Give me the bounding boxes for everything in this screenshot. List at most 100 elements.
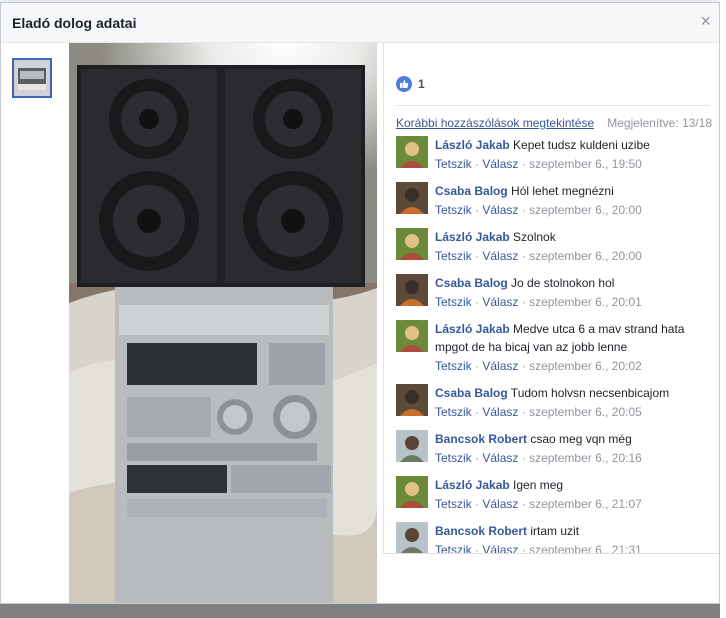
- avatar[interactable]: [396, 476, 428, 508]
- close-icon[interactable]: ×: [700, 12, 711, 30]
- view-previous-comments-link[interactable]: Korábbi hozzászólások megtekintése: [396, 116, 594, 130]
- comment-text-line: László Jakab Szolnok: [435, 228, 715, 246]
- like-button[interactable]: Tetszik: [435, 157, 472, 171]
- like-summary[interactable]: 1: [396, 76, 425, 92]
- avatar[interactable]: [396, 274, 428, 306]
- comment-author[interactable]: Bancsok Robert: [435, 432, 527, 446]
- comment-text-line: László Jakab Igen meg: [435, 476, 715, 494]
- dialog-header: Eladó dolog adatai ×: [1, 3, 719, 43]
- like-button[interactable]: Tetszik: [435, 359, 472, 373]
- comment-text: irtam uzit: [527, 524, 580, 538]
- reply-button[interactable]: Válasz: [482, 203, 518, 217]
- comments-shown-count: Megjelenítve: 13/18: [607, 116, 712, 130]
- comment-author[interactable]: László Jakab: [435, 478, 510, 492]
- comment-actions: Tetszik · Válasz · szeptember 6., 20:00: [435, 201, 715, 219]
- comment-timestamp[interactable]: szeptember 6., 20:01: [529, 295, 642, 309]
- separator-dot: ·: [471, 405, 483, 419]
- comment-body: Csaba Balog Hól lehet megnézni Tetszik · …: [435, 182, 715, 219]
- reply-button[interactable]: Válasz: [482, 451, 518, 465]
- panel-bottom-divider: [383, 553, 719, 554]
- avatar[interactable]: [396, 430, 428, 462]
- thumbs-up-icon: [396, 76, 412, 92]
- comment-body: Bancsok Robert irtam uzit Tetszik · Válas…: [435, 522, 715, 553]
- reply-button[interactable]: Válasz: [482, 295, 518, 309]
- background-right-edge: [720, 0, 726, 618]
- comment-text: Tudom holvsn necsenbicajom: [507, 386, 670, 400]
- comment-text-line: Csaba Balog Jo de stolnokon hol: [435, 274, 715, 292]
- avatar[interactable]: [396, 136, 428, 168]
- comment-timestamp[interactable]: szeptember 6., 20:02: [529, 359, 642, 373]
- avatar[interactable]: [396, 522, 428, 553]
- comment-body: Csaba Balog Jo de stolnokon hol Tetszik ·…: [435, 274, 715, 311]
- like-button[interactable]: Tetszik: [435, 249, 472, 263]
- comment-timestamp[interactable]: szeptember 6., 20:00: [529, 249, 642, 263]
- like-button[interactable]: Tetszik: [435, 203, 472, 217]
- comment-text: csao meg vqn még: [527, 432, 632, 446]
- comment-text-line: Csaba Balog Tudom holvsn necsenbicajom: [435, 384, 715, 402]
- dialog-title: Eladó dolog adatai: [12, 15, 137, 31]
- comment-timestamp[interactable]: szeptember 6., 19:50: [529, 157, 642, 171]
- like-button[interactable]: Tetszik: [435, 295, 472, 309]
- separator-dot: ·: [518, 157, 530, 171]
- comment-body: László Jakab Medve utca 6 a mav strand h…: [435, 320, 715, 375]
- comment-actions: Tetszik · Válasz · szeptember 6., 20:02: [435, 357, 715, 375]
- avatar[interactable]: [396, 182, 428, 214]
- separator-dot: ·: [471, 203, 483, 217]
- like-button[interactable]: Tetszik: [435, 497, 472, 511]
- avatar[interactable]: [396, 384, 428, 416]
- comment-actions: Tetszik · Válasz · szeptember 6., 19:50: [435, 155, 715, 173]
- comment-author[interactable]: Csaba Balog: [435, 184, 508, 198]
- comment-body: László Jakab Kepet tudsz kuldeni uzibe Te…: [435, 136, 715, 173]
- comment-actions: Tetszik · Válasz · szeptember 6., 21:07: [435, 495, 715, 513]
- reply-button[interactable]: Válasz: [482, 249, 518, 263]
- separator-dot: ·: [518, 359, 530, 373]
- comments-panel: 1 Korábbi hozzászólások megtekintése Meg…: [383, 43, 719, 553]
- separator-dot: ·: [471, 451, 483, 465]
- comment-timestamp[interactable]: szeptember 6., 20:00: [529, 203, 642, 217]
- separator-dot: ·: [518, 451, 530, 465]
- separator-dot: ·: [518, 497, 530, 511]
- item-photo: [69, 43, 377, 603]
- separator-dot: ·: [471, 295, 483, 309]
- avatar[interactable]: [396, 228, 428, 260]
- item-details-dialog: Eladó dolog adatai × 1 Korábbi hozzászól…: [0, 2, 720, 604]
- like-count: 1: [418, 77, 425, 91]
- like-button[interactable]: Tetszik: [435, 405, 472, 419]
- comment-author[interactable]: László Jakab: [435, 322, 510, 336]
- comment-author[interactable]: Bancsok Robert: [435, 524, 527, 538]
- comment-author[interactable]: Csaba Balog: [435, 386, 508, 400]
- reply-button[interactable]: Válasz: [482, 405, 518, 419]
- comment-actions: Tetszik · Válasz · szeptember 6., 20:05: [435, 403, 715, 421]
- separator-dot: ·: [518, 405, 530, 419]
- comment-timestamp[interactable]: szeptember 6., 21:07: [529, 497, 642, 511]
- comment-actions: Tetszik · Válasz · szeptember 6., 21:31: [435, 541, 715, 553]
- comment-actions: Tetszik · Válasz · szeptember 6., 20:00: [435, 247, 715, 265]
- reply-button[interactable]: Válasz: [482, 497, 518, 511]
- comment-author[interactable]: László Jakab: [435, 230, 510, 244]
- separator-dot: ·: [471, 497, 483, 511]
- comment-author[interactable]: Csaba Balog: [435, 276, 508, 290]
- reply-button[interactable]: Válasz: [482, 543, 518, 553]
- comment-timestamp[interactable]: szeptember 6., 20:16: [529, 451, 642, 465]
- comment-body: Bancsok Robert csao meg vqn még Tetszik ·…: [435, 430, 715, 467]
- comment-text: Igen meg: [509, 478, 564, 492]
- comment-timestamp[interactable]: szeptember 6., 21:31: [529, 543, 642, 553]
- separator-dot: ·: [471, 543, 483, 553]
- comment-text: Hól lehet megnézni: [507, 184, 614, 198]
- comment-text-line: László Jakab Kepet tudsz kuldeni uzibe: [435, 136, 715, 154]
- like-button[interactable]: Tetszik: [435, 451, 472, 465]
- comment-body: László Jakab Igen meg Tetszik · Válasz · …: [435, 476, 715, 513]
- reply-button[interactable]: Válasz: [482, 157, 518, 171]
- comment-timestamp[interactable]: szeptember 6., 20:05: [529, 405, 642, 419]
- like-button[interactable]: Tetszik: [435, 543, 472, 553]
- separator-dot: ·: [518, 249, 530, 263]
- separator-dot: ·: [518, 203, 530, 217]
- photo-thumbnail[interactable]: [12, 58, 52, 98]
- comment-author[interactable]: László Jakab: [435, 138, 510, 152]
- comment-text-line: László Jakab Medve utca 6 a mav strand h…: [435, 320, 715, 356]
- comment-text-line: Csaba Balog Hól lehet megnézni: [435, 182, 715, 200]
- comment-body: Csaba Balog Tudom holvsn necsenbicajom Te…: [435, 384, 715, 421]
- reply-button[interactable]: Válasz: [482, 359, 518, 373]
- avatar[interactable]: [396, 320, 428, 352]
- separator-dot: ·: [471, 359, 483, 373]
